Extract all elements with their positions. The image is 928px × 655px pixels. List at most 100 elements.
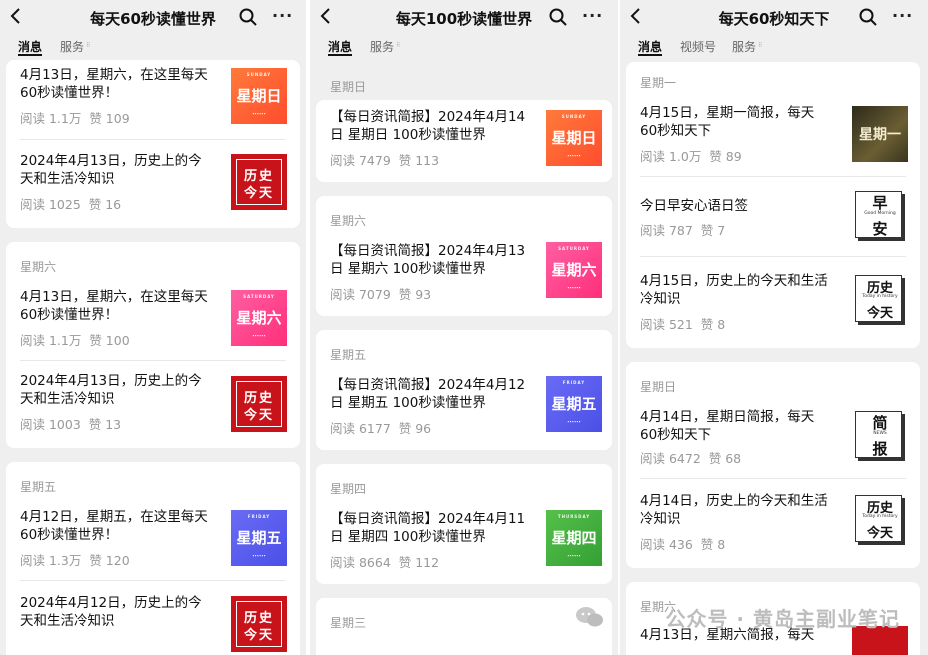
day-label: 星期六 (20, 260, 57, 274)
thumbnail-history[interactable]: 历史 今天 (231, 154, 287, 210)
header: 每天60秒知天下 ··· (620, 0, 928, 36)
thumbnail-saturday[interactable]: SATURDAY 星期六 •••••• (231, 290, 287, 346)
tab-messages[interactable]: 消息 (328, 38, 352, 55)
article-stats: 阅读 1025 赞 16 (20, 197, 122, 212)
day-label: 星期日 (640, 380, 677, 394)
chat-panel-2: 每天100秒读懂世界 ··· 消息 服务 ⠿ 星期日 【每日资讯简报】2024年… (310, 0, 618, 655)
day-label: 星期五 (20, 480, 57, 494)
watermark-text: 公众号 · 黄岛主副业笔记 (665, 607, 900, 631)
thumbnail-friday[interactable]: FRIDAY 星期五 •••••• (231, 510, 287, 566)
thumbnail-history[interactable]: 历史 Today in history 今天 (852, 272, 908, 328)
article-title[interactable]: 4月15日，历史上的今天和生活 冷知识 (640, 272, 840, 308)
article-stats: 阅读 1.3万 赞 120 (20, 553, 130, 568)
thumbnail-monday[interactable]: 星期一 (852, 106, 908, 162)
day-label: 星期三 (330, 616, 367, 630)
article-title[interactable]: 4月14日，历史上的今天和生活 冷知识 (640, 492, 840, 528)
message-card: 星期六 4月13日，星期六，在这里每天 60秒读懂世界！ 阅读 1.1万 赞 10… (6, 242, 300, 448)
thumbnail-history[interactable]: 历史 Today in history 今天 (852, 492, 908, 548)
page-title: 每天100秒读懂世界 (395, 10, 533, 28)
tab-services[interactable]: 服务 (732, 38, 756, 55)
tab-services[interactable]: 服务 (60, 38, 84, 55)
search-icon[interactable] (548, 7, 568, 27)
divider (20, 360, 286, 361)
tab-bar: 消息 服务 ⠿ (310, 36, 618, 58)
tab-messages[interactable]: 消息 (18, 38, 42, 55)
thumbnail-sunday[interactable]: SUNDAY 星期日 •••••• (546, 110, 602, 166)
header: 每天60秒读懂世界 ··· (0, 0, 306, 36)
more-dots-icon[interactable]: ··· (272, 6, 293, 25)
wechat-logo-icon (576, 607, 603, 627)
page-title: 每天60秒知天下 (718, 10, 830, 28)
article-title[interactable]: 4月13日，星期六，在这里每天 60秒读懂世界！ (20, 66, 220, 102)
tab-underline (328, 54, 352, 56)
article-title[interactable]: 【每日资讯简报】2024年4月14 日 星期日 100秒读懂世界 (330, 108, 530, 144)
article-title[interactable]: 4月12日，星期五，在这里每天 60秒读懂世界！ (20, 508, 220, 544)
grid-dots-icon: ⠿ (86, 42, 91, 49)
article-stats: 阅读 7079 赞 93 (330, 287, 432, 302)
article-stats: 阅读 1003 赞 13 (20, 417, 122, 432)
thumbnail-saturday[interactable]: SATURDAY 星期六 •••••• (546, 242, 602, 298)
day-label: 星期四 (330, 482, 367, 496)
thumbnail-thursday[interactable]: THURSDAY 星期四 •••••• (546, 510, 602, 566)
article-title[interactable]: 2024年4月12日，历史上的今 天和生活冷知识 (20, 594, 220, 630)
message-card: 星期四 【每日资讯简报】2024年4月11 日 星期四 100秒读懂世界 阅读 8… (316, 464, 612, 584)
day-label: 星期一 (640, 76, 677, 90)
thumbnail-sunday[interactable]: SUNDAY 星期日 •••••• (231, 68, 287, 124)
chat-panel-1: 每天60秒读懂世界 ··· 消息 服务 ⠿ 4月13日，星期六，在这里每天 60秒… (0, 0, 306, 655)
page-title: 每天60秒读懂世界 (90, 10, 216, 28)
message-card: 【每日资讯简报】2024年4月14 日 星期日 100秒读懂世界 阅读 7479 … (316, 100, 612, 182)
header: 每天100秒读懂世界 ··· (310, 0, 618, 36)
message-card: 星期一 4月15日，星期一简报，每天 60秒知天下 阅读 1.0万 赞 89 星期… (626, 62, 920, 348)
article-title[interactable]: 4月13日，星期六，在这里每天 60秒读懂世界！ (20, 288, 220, 324)
thumbnail-news[interactable]: 简 NEWS 报 (852, 408, 908, 464)
article-stats: 阅读 436 赞 8 (640, 537, 726, 552)
article-stats: 阅读 1.0万 赞 89 (640, 149, 742, 164)
message-card: 4月13日，星期六，在这里每天 60秒读懂世界！ 阅读 1.1万 赞 109 SU… (6, 60, 300, 228)
article-title[interactable]: 4月15日，星期一简报，每天 60秒知天下 (640, 104, 840, 140)
article-title[interactable]: 【每日资讯简报】2024年4月11 日 星期四 100秒读懂世界 (330, 510, 530, 546)
thumbnail-good-morning[interactable]: 早 Good Morning 安 (852, 188, 908, 244)
day-label: 星期六 (330, 214, 367, 228)
divider (640, 256, 906, 257)
message-card: 星期六 【每日资讯简报】2024年4月13 日 星期六 100秒读懂世界 阅读 7… (316, 196, 612, 316)
divider (640, 176, 906, 177)
article-title[interactable]: 【每日资讯简报】2024年4月13 日 星期六 100秒读懂世界 (330, 242, 530, 278)
article-stats: 阅读 8664 赞 112 (330, 555, 440, 570)
grid-dots-icon: ⠿ (396, 42, 401, 49)
search-icon[interactable] (238, 7, 258, 27)
thumbnail-friday[interactable]: FRIDAY 星期五 •••••• (546, 376, 602, 432)
article-title[interactable]: 2024年4月13日，历史上的今 天和生活冷知识 (20, 152, 220, 188)
article-title[interactable]: 今日早安心语日签 (640, 197, 840, 215)
tab-services[interactable]: 服务 (370, 38, 394, 55)
message-card: 星期日 4月14日，星期日简报，每天 60秒知天下 阅读 6472 赞 68 简 … (626, 362, 920, 568)
article-stats: 阅读 787 赞 7 (640, 223, 726, 238)
more-dots-icon[interactable]: ··· (892, 6, 913, 25)
article-stats: 阅读 6177 赞 96 (330, 421, 432, 436)
article-title[interactable]: 4月14日，星期日简报，每天 60秒知天下 (640, 408, 840, 444)
tab-underline (638, 54, 662, 56)
article-stats: 阅读 1.1万 赞 109 (20, 111, 130, 126)
article-stats: 阅读 521 赞 8 (640, 317, 726, 332)
article-stats: 阅读 6472 赞 68 (640, 451, 742, 466)
article-stats: 阅读 7479 赞 113 (330, 153, 440, 168)
article-title[interactable]: 【每日资讯简报】2024年4月12 日 星期五 100秒读懂世界 (330, 376, 530, 412)
article-title[interactable]: 2024年4月13日，历史上的今 天和生活冷知识 (20, 372, 220, 408)
chat-panel-3: 每天60秒知天下 ··· 消息 视频号 服务 ⠿ 星期一 4月15日，星期一简报… (620, 0, 928, 655)
message-card: 星期五 【每日资讯简报】2024年4月12 日 星期五 100秒读懂世界 阅读 6… (316, 330, 612, 450)
tab-underline (18, 54, 42, 56)
grid-dots-icon: ⠿ (758, 42, 763, 49)
thumbnail-history[interactable]: 历史 今天 (231, 376, 287, 432)
tab-messages[interactable]: 消息 (638, 38, 662, 55)
divider (640, 478, 906, 479)
article-stats: 阅读 1.1万 赞 100 (20, 333, 130, 348)
tab-bar: 消息 视频号 服务 ⠿ (620, 36, 928, 58)
thumbnail-history[interactable]: 历史 今天 (231, 596, 287, 652)
search-icon[interactable] (858, 7, 878, 27)
day-label: 星期五 (330, 348, 367, 362)
more-dots-icon[interactable]: ··· (582, 6, 603, 25)
day-label: 星期日 (330, 80, 367, 94)
divider (20, 139, 286, 140)
divider (20, 580, 286, 581)
message-card: 星期五 4月12日，星期五，在这里每天 60秒读懂世界！ 阅读 1.3万 赞 12… (6, 462, 300, 655)
tab-channels[interactable]: 视频号 (680, 38, 716, 55)
